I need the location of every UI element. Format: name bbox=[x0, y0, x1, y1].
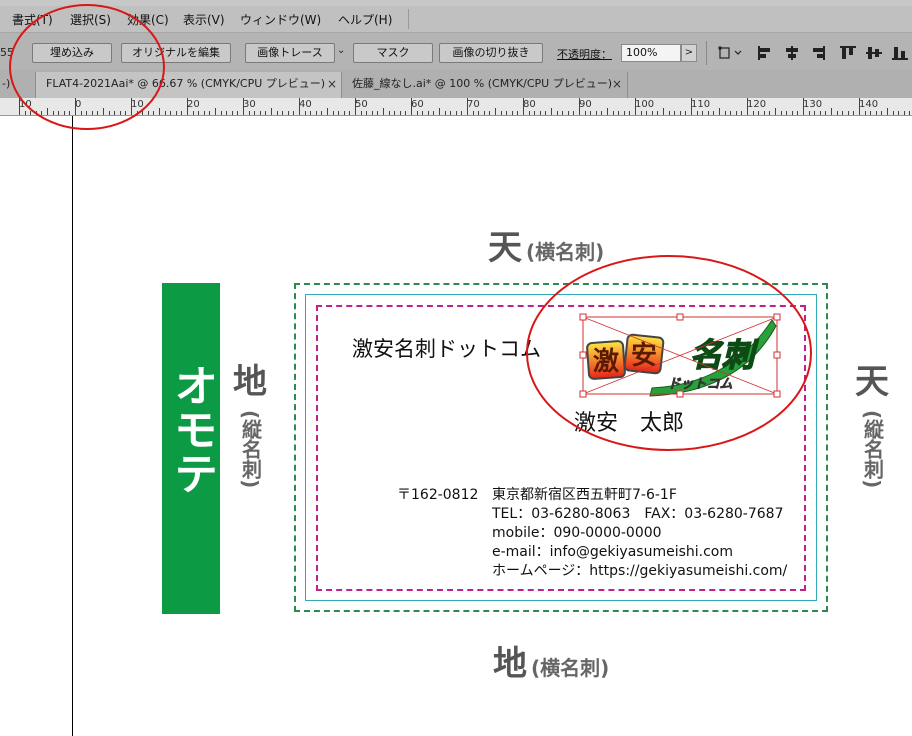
top-label-big: 天 bbox=[488, 228, 522, 268]
menu-select[interactable]: 選択(S) bbox=[70, 11, 111, 28]
control-bar: 55 埋め込み オリジナルを編集 画像トレース ⌄ マスク 画像の切り抜き 不透… bbox=[0, 32, 912, 72]
align-top-icon[interactable] bbox=[840, 46, 856, 60]
control-bar-left-readout: 55 bbox=[0, 46, 14, 59]
align-right-icon[interactable] bbox=[810, 46, 826, 60]
ruler-label: 20 bbox=[187, 99, 200, 110]
omote-label: オモテ bbox=[166, 363, 217, 495]
person-name[interactable]: 激安 太郎 bbox=[574, 405, 684, 437]
menu-window[interactable]: ウィンドウ(W) bbox=[240, 11, 321, 28]
omote-side-bar: オモテ bbox=[162, 283, 220, 614]
ruler-label: 110 bbox=[691, 99, 711, 110]
opacity-input[interactable]: 100% bbox=[621, 44, 681, 62]
embed-button[interactable]: 埋め込み bbox=[32, 43, 112, 63]
crop-image-button[interactable]: 画像の切り抜き bbox=[439, 43, 543, 63]
align-bottom-icon[interactable] bbox=[892, 46, 908, 60]
ruler-label: 130 bbox=[803, 99, 823, 110]
right-label-small: (縦名刺) bbox=[860, 410, 885, 489]
artboard-edge-line bbox=[72, 116, 73, 736]
selection-bounding-box[interactable] bbox=[578, 312, 782, 402]
tab-label: FLAT4-2021Aai* @ 66.67 % (CMYK/CPU プレビュー… bbox=[46, 77, 326, 90]
edit-original-button[interactable]: オリジナルを編集 bbox=[121, 43, 231, 63]
ruler-label: 140 bbox=[859, 99, 879, 110]
tab-sato-no-line[interactable]: 佐藤_線なし.ai* @ 100 % (CMYK/CPU プレビュー) × bbox=[342, 72, 628, 98]
horizontal-ruler[interactable]: 10 0 10 20 30 40 50 60 70 80 90 100 110 … bbox=[0, 98, 912, 116]
company-name[interactable]: 激安名刺ドットコム bbox=[352, 333, 541, 363]
email-line[interactable]: e-mail：info@gekiyasumeishi.com bbox=[492, 541, 733, 561]
top-orientation-label: 天 (横名刺) bbox=[488, 220, 604, 269]
bottom-orientation-label: 地 (横名刺) bbox=[493, 636, 609, 685]
menu-type[interactable]: 書式(T) bbox=[12, 11, 53, 28]
opacity-label[interactable]: 不透明度： bbox=[557, 46, 612, 62]
left-orientation-label: 地 (縦名刺) bbox=[230, 362, 270, 488]
bottom-label-big: 地 bbox=[493, 644, 527, 684]
image-trace-dropdown-arrow[interactable]: ⌄ bbox=[337, 45, 345, 56]
tab-label: 佐藤_線なし.ai* @ 100 % (CMYK/CPU プレビュー) bbox=[352, 77, 612, 90]
ruler-label: 70 bbox=[467, 99, 480, 110]
ruler-label: 10 bbox=[131, 99, 144, 110]
ruler-label: 30 bbox=[243, 99, 256, 110]
left-label-small: (縦名刺) bbox=[238, 410, 263, 489]
address-line[interactable]: 東京都新宿区西五軒町7-6-1F bbox=[492, 484, 677, 504]
tab-stub-label: -) bbox=[2, 77, 11, 90]
menu-effect[interactable]: 効果(C) bbox=[127, 11, 169, 28]
tel-fax-line[interactable]: TEL：03-6280-8063 FAX：03-6280-7687 bbox=[492, 503, 783, 523]
menu-help[interactable]: ヘルプ(H) bbox=[338, 11, 392, 28]
ruler-label: 0 bbox=[75, 99, 82, 110]
right-orientation-label: 天 (縦名刺) bbox=[852, 362, 892, 488]
bottom-label-small: (横名刺) bbox=[531, 656, 610, 680]
menu-view[interactable]: 表示(V) bbox=[183, 11, 225, 28]
transform-icon[interactable] bbox=[718, 46, 744, 60]
menu-bar: 書式(T) 選択(S) 効果(C) 表示(V) ウィンドウ(W) ヘルプ(H) bbox=[0, 6, 912, 32]
top-label-small: (横名刺) bbox=[526, 240, 605, 264]
left-label-big: 地 bbox=[233, 362, 267, 402]
document-tab-bar: -) FLAT4-2021Aai* @ 66.67 % (CMYK/CPU プレ… bbox=[0, 70, 912, 98]
align-horizontal-center-icon[interactable] bbox=[784, 46, 800, 60]
homepage-line[interactable]: ホームページ：https://gekiyasumeishi.com/ bbox=[492, 560, 787, 580]
control-separator bbox=[706, 41, 707, 65]
ruler-label: 50 bbox=[355, 99, 368, 110]
postal-code[interactable]: 〒162-0812 bbox=[397, 484, 478, 504]
ruler-label: 120 bbox=[747, 99, 767, 110]
ruler-label: 10 bbox=[19, 99, 32, 110]
ruler-label: 80 bbox=[523, 99, 536, 110]
close-icon[interactable]: × bbox=[327, 72, 337, 96]
ruler-label: 90 bbox=[579, 99, 592, 110]
mask-button[interactable]: マスク bbox=[353, 43, 433, 63]
close-icon[interactable]: × bbox=[612, 72, 622, 96]
right-label-big: 天 bbox=[855, 362, 889, 402]
image-trace-button[interactable]: 画像トレース bbox=[245, 43, 335, 63]
tab-stub[interactable]: -) bbox=[0, 72, 36, 98]
align-left-icon[interactable] bbox=[757, 46, 773, 60]
ruler-label: 100 bbox=[635, 99, 655, 110]
align-vertical-center-icon[interactable] bbox=[866, 46, 882, 60]
opacity-arrow-button[interactable]: > bbox=[681, 44, 697, 62]
tab-flat4-2021a[interactable]: FLAT4-2021Aai* @ 66.67 % (CMYK/CPU プレビュー… bbox=[36, 72, 342, 98]
ruler-label: 40 bbox=[299, 99, 312, 110]
menu-separator bbox=[408, 9, 409, 29]
ruler-label: 60 bbox=[411, 99, 424, 110]
mobile-line[interactable]: mobile：090-0000-0000 bbox=[492, 522, 662, 542]
